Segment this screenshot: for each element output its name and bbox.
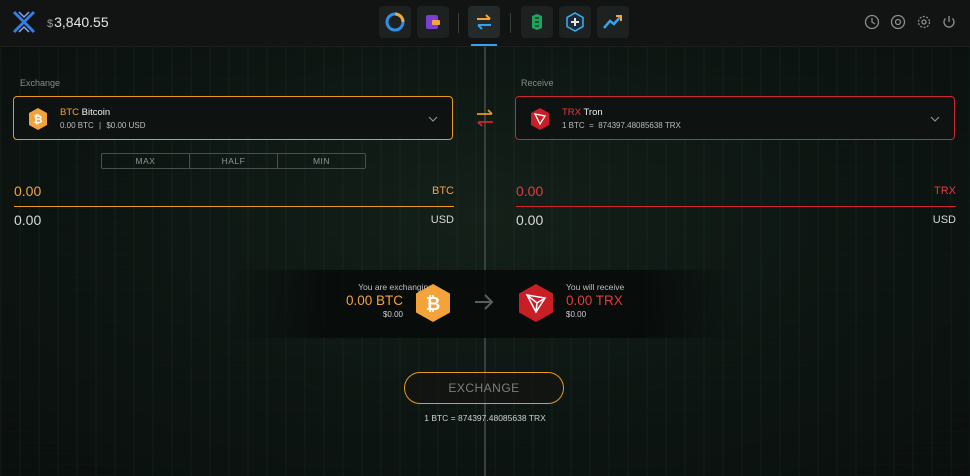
receive-summary-usd: $0.00 [566, 310, 587, 319]
max-button[interactable]: MAX [102, 154, 190, 168]
balance-currency: $ [47, 18, 54, 30]
receive-summary-amount: 0.00 TRX [566, 293, 623, 308]
tron-icon [531, 108, 549, 130]
exchange-label: Exchange [20, 78, 61, 88]
power-icon[interactable] [940, 13, 958, 31]
svg-text:₿: ₿ [426, 294, 441, 315]
svg-text:₿: ₿ [34, 113, 43, 126]
bitcoin-icon: ₿ [416, 284, 450, 322]
nav-divider [458, 13, 459, 33]
exchange-usd-unit: USD [430, 214, 454, 226]
receive-summary-label: You will receive [566, 282, 625, 292]
wallet-nav-button[interactable] [417, 6, 449, 38]
exchange-amount-unit: BTC [432, 185, 454, 197]
receive-symbol: TRX [562, 107, 581, 118]
exchange-symbol: BTC [60, 107, 79, 118]
trending-icon [603, 15, 622, 29]
receive-asset-title: TRX Tron [562, 107, 603, 118]
exchange-amount-input[interactable]: 0.00 BTC [14, 179, 454, 207]
receive-amount-value: 0.00 [516, 183, 544, 199]
receive-amount-input[interactable]: 0.00 TRX [516, 179, 956, 207]
balance-value: 3,840.55 [54, 14, 109, 30]
nav-divider [510, 13, 511, 33]
receive-usd-unit: USD [932, 214, 956, 226]
receive-rate: 1 BTC = 874397.48085638 TRX [562, 121, 681, 130]
portfolio-icon [385, 12, 405, 32]
top-bar: $3,840.55 [0, 0, 970, 47]
exchanging-amount: 0.00 BTC [345, 293, 403, 308]
receive-asset-name: Tron [583, 107, 603, 118]
exchange-nav-button[interactable] [468, 6, 500, 38]
logo-icon[interactable] [12, 10, 36, 34]
receive-usd-value: 0.00 [516, 212, 544, 228]
tron-icon [519, 284, 553, 322]
exchange-usd-value: 0.00 [14, 212, 42, 228]
half-button[interactable]: HALF [190, 154, 278, 168]
support-icon[interactable] [889, 13, 907, 31]
staking-icon [532, 14, 542, 30]
receive-label: Receive [521, 78, 554, 88]
exchange-icon [477, 14, 491, 30]
wallet-icon [426, 15, 440, 29]
portfolio-balance: $3,840.55 [47, 14, 109, 30]
min-button[interactable]: MIN [278, 154, 365, 168]
exchange-asset-selector[interactable]: ₿ BTC Bitcoin 0.00 BTC | $0.00 USD [13, 96, 453, 140]
staking-nav-button[interactable] [521, 6, 553, 38]
exchanging-usd: $0.00 [382, 310, 403, 319]
chevron-down-icon [930, 116, 940, 122]
receive-usd-input[interactable]: 0.00 USD [516, 208, 956, 236]
receive-asset-selector[interactable]: TRX Tron 1 BTC = 874397.48085638 TRX [515, 96, 955, 140]
exchange-balance-usd: $0.00 USD [106, 121, 146, 130]
exchange-balance: 0.00 BTC | $0.00 USD [60, 121, 145, 130]
exchange-button[interactable]: EXCHANGE [404, 372, 564, 404]
receive-amount-unit: TRX [934, 185, 956, 197]
exchange-balance-amount: 0.00 BTC [60, 121, 94, 130]
swap-icon[interactable] [474, 108, 496, 128]
exchange-usd-input[interactable]: 0.00 USD [14, 208, 454, 236]
add-asset-icon [566, 12, 584, 32]
trending-nav-button[interactable] [597, 6, 629, 38]
portfolio-nav-button[interactable] [379, 6, 411, 38]
settings-icon[interactable] [915, 13, 933, 31]
bitcoin-icon: ₿ [29, 108, 47, 130]
exchange-asset-name: Bitcoin [81, 107, 111, 118]
exchange-asset-title: BTC Bitcoin [60, 107, 110, 118]
exchange-amount-value: 0.00 [14, 183, 42, 199]
chevron-down-icon [428, 116, 438, 122]
amount-preset-group: MAX HALF MIN [101, 153, 366, 169]
exchange-summary: You are exchanging 0.00 BTC $0.00 ₿ You … [230, 270, 740, 338]
active-tab-indicator [471, 44, 497, 46]
exchange-rate: 1 BTC = 874397.48085638 TRX [424, 413, 546, 423]
balance-separator: | [99, 121, 102, 130]
history-icon[interactable] [863, 13, 881, 31]
arrow-right-icon [475, 294, 494, 310]
add-asset-nav-button[interactable] [559, 6, 591, 38]
